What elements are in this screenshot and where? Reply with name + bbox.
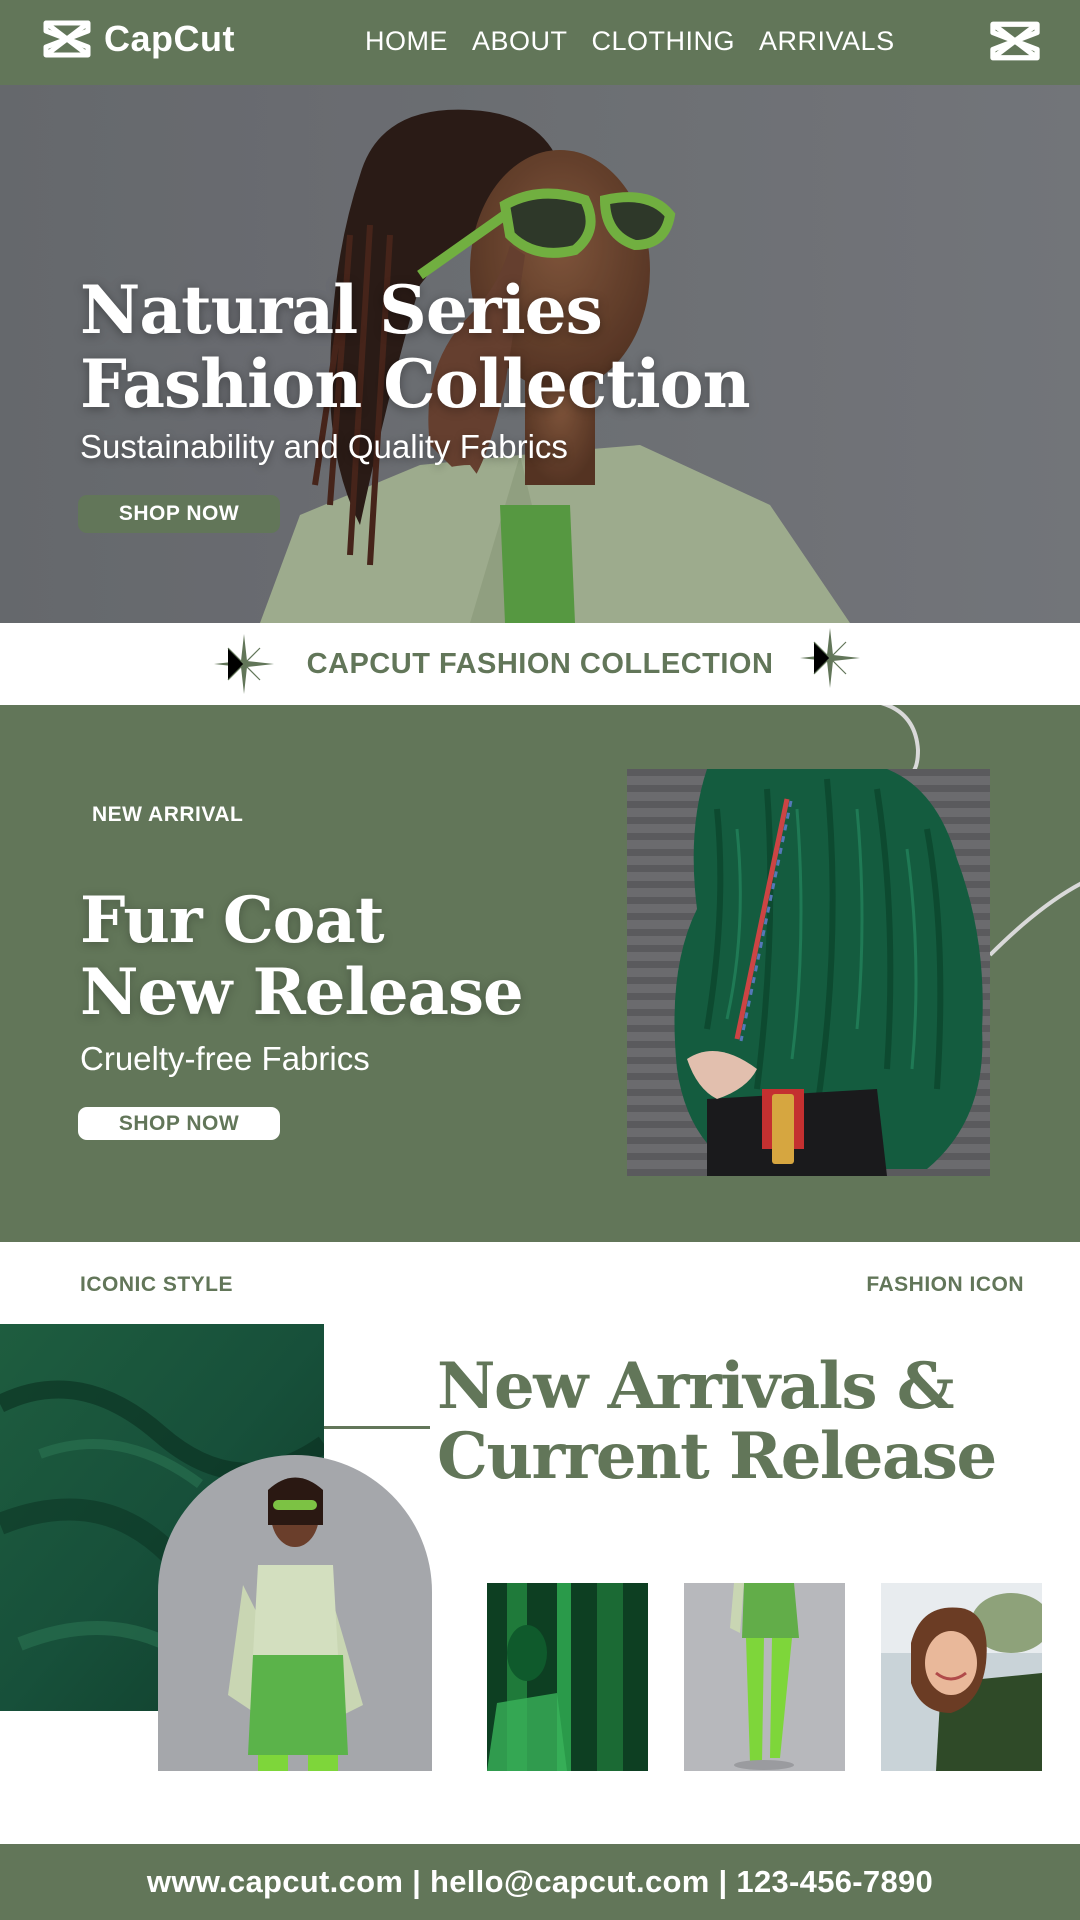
feature-title-line-1: Fur Coat	[80, 883, 384, 958]
main-menu: HOME ABOUT CLOTHING ARRIVALS	[365, 26, 895, 57]
banner-text: CAPCUT FASHION COLLECTION	[306, 647, 774, 680]
sparkle-icon	[800, 628, 860, 688]
fur-coat-image	[627, 769, 990, 1176]
model-arch-image	[158, 1455, 432, 1771]
sparkle-icon	[214, 634, 274, 694]
new-arrival-label: NEW ARRIVAL	[92, 803, 244, 826]
footer-contact[interactable]: www.capcut.com | hello@capcut.com | 123-…	[147, 1864, 933, 1900]
feature-title: Fur Coat New Release	[80, 883, 524, 1030]
green-glass-model-thumbnail[interactable]	[487, 1583, 648, 1771]
capcut-logo-icon[interactable]	[988, 20, 1042, 62]
iconic-style-label: ICONIC STYLE	[80, 1273, 234, 1296]
nav-link-about[interactable]: ABOUT	[472, 26, 568, 57]
new-arrivals-title: New Arrivals & Current Release	[437, 1349, 997, 1494]
nav-link-arrivals[interactable]: ARRIVALS	[759, 26, 895, 57]
new-arrivals-title-line-1: New Arrivals &	[437, 1349, 955, 1424]
nav-link-clothing[interactable]: CLOTHING	[592, 26, 736, 57]
collection-banner: CAPCUT FASHION COLLECTION	[0, 623, 1080, 705]
hero-title-line-2: Fashion Collection	[80, 345, 751, 423]
brand-name: CapCut	[104, 18, 235, 59]
hero-shop-now-button[interactable]: SHOP NOW	[78, 495, 280, 533]
nav-link-home[interactable]: HOME	[365, 26, 448, 57]
top-navigation: CapCut HOME ABOUT CLOTHING ARRIVALS	[0, 0, 1080, 85]
divider-line	[324, 1426, 430, 1429]
brand-logo[interactable]: CapCut	[42, 18, 235, 60]
hero-title-line-1: Natural Series	[80, 271, 603, 349]
new-arrivals-title-line-2: Current Release	[437, 1419, 997, 1494]
smiling-woman-thumbnail[interactable]	[881, 1583, 1042, 1771]
green-tights-model-thumbnail[interactable]	[684, 1583, 845, 1771]
hero-subtitle: Sustainability and Quality Fabrics	[80, 428, 568, 465]
feature-shop-now-button[interactable]: SHOP NOW	[78, 1107, 280, 1140]
capcut-logo-icon	[43, 20, 91, 58]
hero-title: Natural Series Fashion Collection	[80, 271, 751, 423]
feature-title-line-2: New Release	[80, 955, 524, 1030]
hero-section: Natural Series Fashion Collection Sustai…	[0, 85, 1080, 623]
fashion-icon-label: FASHION ICON	[866, 1273, 1024, 1296]
feature-section: NEW ARRIVAL Fur Coat New Release Cruelty…	[0, 705, 1080, 1242]
feature-subtitle: Cruelty-free Fabrics	[80, 1040, 370, 1077]
footer: www.capcut.com | hello@capcut.com | 123-…	[0, 1844, 1080, 1920]
